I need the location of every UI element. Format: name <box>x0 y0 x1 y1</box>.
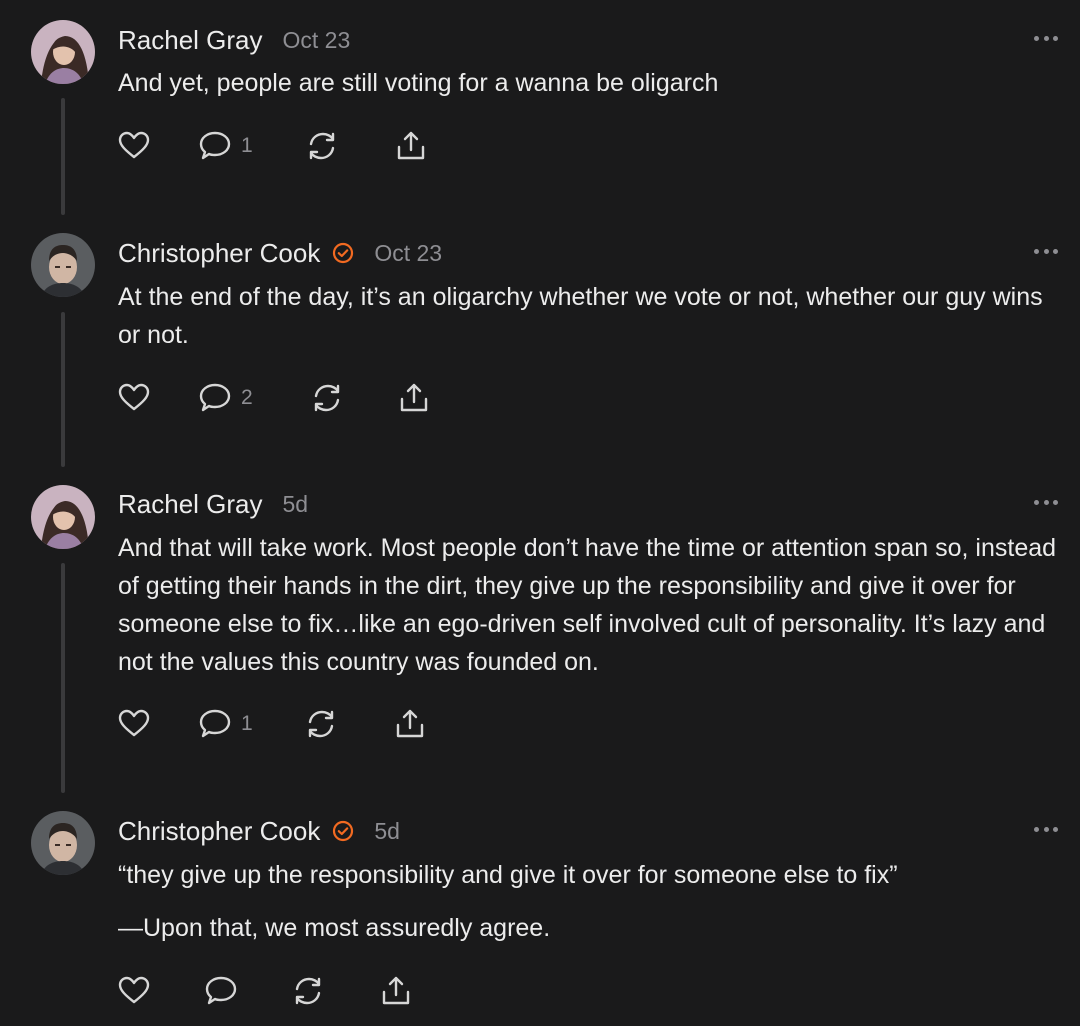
reply-button[interactable] <box>204 974 238 1008</box>
verified-check-icon <box>332 242 354 264</box>
author-name[interactable]: Rachel Gray <box>118 25 263 56</box>
like-button[interactable] <box>117 974 151 1008</box>
share-button[interactable] <box>394 129 428 163</box>
reply-count: 2 <box>241 386 253 409</box>
share-upload-icon <box>400 383 428 412</box>
comment-header: Rachel Gray 5d <box>118 486 308 522</box>
timestamp[interactable]: 5d <box>374 818 400 845</box>
restack-arrows-icon <box>295 977 321 1005</box>
more-dots-icon <box>1034 826 1039 832</box>
share-upload-icon <box>397 131 425 160</box>
reply-count: 1 <box>241 134 253 157</box>
timestamp[interactable]: Oct 23 <box>283 27 351 54</box>
like-button[interactable] <box>117 381 151 415</box>
more-dot <box>1053 499 1058 505</box>
restack-arrows-icon <box>308 710 334 738</box>
timestamp[interactable]: 5d <box>283 491 309 518</box>
reply-button[interactable]: 2 <box>198 381 253 415</box>
like-button[interactable] <box>117 129 151 163</box>
avatar-christopher-cook[interactable] <box>31 233 95 297</box>
more-dot <box>1053 248 1058 254</box>
share-upload-icon <box>382 976 410 1005</box>
avatar-rachel-gray[interactable] <box>31 485 95 549</box>
speech-bubble-icon <box>199 131 231 160</box>
verified-check-icon <box>332 820 354 842</box>
comment-text: And that will take work. Most people don… <box>118 534 1057 676</box>
restack-button[interactable] <box>304 707 338 741</box>
heart-icon <box>118 131 150 159</box>
more-dot <box>1043 248 1049 254</box>
more-dot <box>1053 826 1058 832</box>
thread-line <box>61 312 65 467</box>
thread-line <box>61 98 65 215</box>
comment-header: Christopher Cook 5d <box>118 813 400 849</box>
reply-button[interactable]: 1 <box>198 129 253 163</box>
more-options-button[interactable] <box>1034 825 1058 833</box>
more-dot <box>1053 35 1058 41</box>
comment-text: —Upon that, we most assuredly agree. <box>118 914 551 942</box>
timestamp[interactable]: Oct 23 <box>374 240 442 267</box>
avatar-woman-icon <box>31 20 95 84</box>
restack-button[interactable] <box>305 129 339 163</box>
share-button[interactable] <box>379 974 413 1008</box>
more-options-button[interactable] <box>1034 34 1058 42</box>
reply-button[interactable]: 1 <box>198 707 253 741</box>
author-name[interactable]: Christopher Cook <box>118 238 320 269</box>
comment-text: At the end of the day, it’s an oligarchy… <box>118 283 1043 349</box>
speech-bubble-icon <box>205 976 237 1005</box>
more-options-button[interactable] <box>1034 498 1058 506</box>
comment-body: At the end of the day, it’s an oligarchy… <box>118 278 1066 354</box>
more-dots-icon <box>1034 35 1039 41</box>
comment-body: And that will take work. Most people don… <box>118 529 1066 681</box>
more-options-button[interactable] <box>1034 247 1058 255</box>
avatar-man-icon <box>31 811 95 875</box>
avatar-rachel-gray[interactable] <box>31 20 95 84</box>
comment-text: “they give up the responsibility and giv… <box>118 861 898 889</box>
share-button[interactable] <box>397 381 431 415</box>
heart-icon <box>118 709 150 737</box>
comment-text: And yet, people are still voting for a w… <box>118 69 719 97</box>
restack-button[interactable] <box>291 974 325 1008</box>
speech-bubble-icon <box>199 709 231 738</box>
more-dot <box>1043 499 1049 505</box>
comment-body: And yet, people are still voting for a w… <box>118 64 1066 102</box>
restack-arrows-icon <box>309 132 335 160</box>
comment-header: Christopher Cook Oct 23 <box>118 235 442 271</box>
share-upload-icon <box>396 709 424 738</box>
comment-body: “they give up the responsibility and giv… <box>118 856 1066 947</box>
avatar-woman-icon <box>31 485 95 549</box>
avatar-christopher-cook[interactable] <box>31 811 95 875</box>
thread-line <box>61 563 65 793</box>
more-dots-icon <box>1034 248 1039 254</box>
like-button[interactable] <box>117 707 151 741</box>
more-dot <box>1043 35 1049 41</box>
heart-icon <box>118 976 150 1004</box>
share-button[interactable] <box>393 707 427 741</box>
comment-header: Rachel Gray Oct 23 <box>118 22 350 58</box>
author-name[interactable]: Christopher Cook <box>118 816 320 847</box>
reply-count: 1 <box>241 712 253 735</box>
speech-bubble-icon <box>199 383 231 412</box>
heart-icon <box>118 383 150 411</box>
restack-button[interactable] <box>310 381 344 415</box>
restack-arrows-icon <box>314 384 340 412</box>
avatar-man-icon <box>31 233 95 297</box>
author-name[interactable]: Rachel Gray <box>118 489 263 520</box>
more-dots-icon <box>1034 499 1039 505</box>
more-dot <box>1043 826 1049 832</box>
